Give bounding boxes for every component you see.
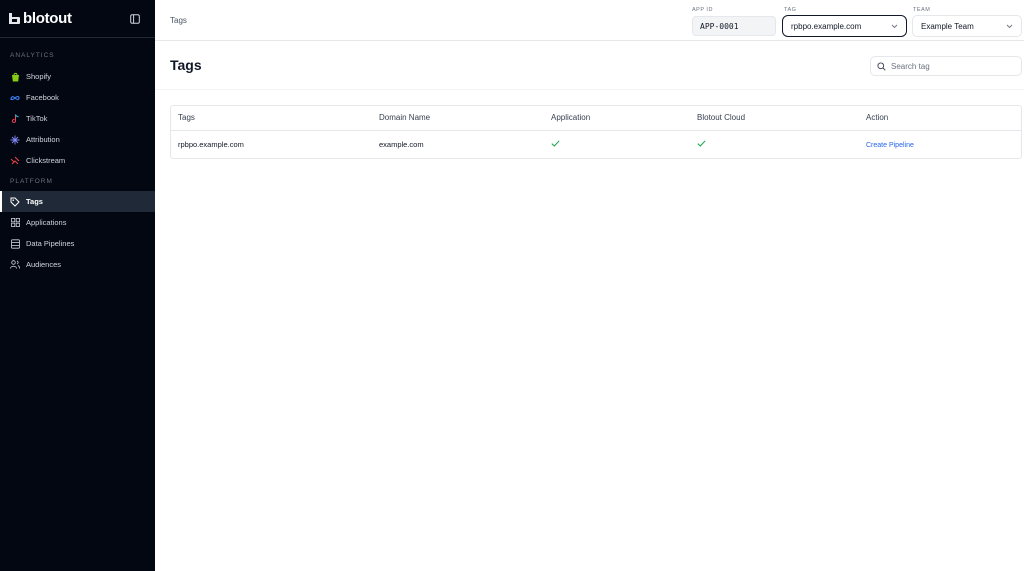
cell-cloud bbox=[690, 130, 859, 158]
app-id-label: APP ID bbox=[692, 7, 713, 13]
tags-table: Tags Domain Name Application Blotout Clo… bbox=[170, 105, 1022, 159]
database-icon bbox=[10, 238, 20, 249]
column-header-tags: Tags bbox=[171, 106, 372, 131]
create-pipeline-link[interactable]: Create Pipeline bbox=[866, 142, 914, 149]
sidebar-item-tiktok[interactable]: TikTok bbox=[0, 108, 155, 129]
tiktok-icon bbox=[10, 113, 20, 124]
sidebar-item-label: Data Pipelines bbox=[26, 239, 75, 248]
sidebar-item-clickstream[interactable]: Clickstream bbox=[0, 150, 155, 171]
sidebar-item-label: Facebook bbox=[26, 93, 59, 102]
cell-domain: example.com bbox=[379, 139, 424, 149]
team-select-label: TEAM bbox=[913, 7, 931, 13]
app-id-field[interactable]: APP-0001 bbox=[692, 16, 776, 36]
sidebar-item-data-pipelines[interactable]: Data Pipelines bbox=[0, 233, 155, 254]
section-label-platform: PLATFORM bbox=[10, 178, 53, 185]
chevron-down-icon bbox=[891, 24, 898, 28]
shopify-icon bbox=[10, 72, 20, 82]
sidebar-item-facebook[interactable]: Facebook bbox=[0, 87, 155, 108]
column-header-domain: Domain Name bbox=[372, 106, 544, 131]
facebook-icon bbox=[10, 93, 20, 103]
sidebar-item-label: Tags bbox=[26, 197, 43, 206]
logo[interactable]: blotout bbox=[9, 10, 72, 27]
sidebar-toggle-icon bbox=[130, 13, 140, 24]
team-select-value: Example Team bbox=[921, 21, 974, 31]
search-icon bbox=[877, 61, 886, 71]
breadcrumb: Tags bbox=[170, 16, 187, 25]
top-bar: Tags APP ID APP-0001 TAG rpbpo.example.c… bbox=[155, 0, 1024, 41]
sidebar-toggle-button[interactable] bbox=[129, 13, 141, 25]
search-box[interactable] bbox=[870, 56, 1022, 76]
main-content: Tags APP ID APP-0001 TAG rpbpo.example.c… bbox=[155, 0, 1024, 571]
table-row: rpbpo.example.com example.com Create Pip… bbox=[171, 130, 1021, 158]
table-header-row: Tags Domain Name Application Blotout Clo… bbox=[171, 106, 1021, 131]
sidebar: blotout ANALYTICS Shopify Facebook TikTo… bbox=[0, 0, 155, 571]
sidebar-item-shopify[interactable]: Shopify bbox=[0, 66, 155, 87]
tag-select[interactable]: rpbpo.example.com bbox=[782, 15, 907, 37]
cell-action: Create Pipeline bbox=[859, 130, 1021, 158]
column-header-application: Application bbox=[544, 106, 690, 131]
check-icon bbox=[551, 140, 560, 147]
check-icon bbox=[697, 140, 706, 147]
sidebar-item-applications[interactable]: Applications bbox=[0, 212, 155, 233]
brand-header: blotout bbox=[0, 0, 155, 38]
tag-select-value: rpbpo.example.com bbox=[791, 21, 862, 31]
users-icon bbox=[10, 260, 20, 270]
clickstream-icon bbox=[10, 156, 20, 166]
chevron-down-icon bbox=[1006, 24, 1013, 28]
sidebar-item-label: Audiences bbox=[26, 260, 62, 269]
sidebar-item-attribution[interactable]: Attribution bbox=[0, 129, 155, 150]
attribution-icon bbox=[10, 135, 20, 145]
page-title: Tags bbox=[170, 57, 202, 73]
sidebar-item-audiences[interactable]: Audiences bbox=[0, 254, 155, 275]
column-header-cloud: Blotout Cloud bbox=[690, 106, 859, 131]
brand-name: blotout bbox=[23, 10, 72, 27]
sidebar-item-label: Applications bbox=[26, 218, 67, 227]
tag-icon bbox=[10, 197, 20, 207]
logo-mark-icon bbox=[9, 13, 20, 24]
sidebar-item-label: Clickstream bbox=[26, 156, 66, 165]
page-header: Tags bbox=[155, 41, 1024, 90]
team-select[interactable]: Example Team bbox=[912, 15, 1022, 37]
sidebar-item-label: Attribution bbox=[26, 135, 60, 144]
cell-tag: rpbpo.example.com bbox=[178, 139, 244, 149]
sidebar-item-tags[interactable]: Tags bbox=[0, 191, 155, 212]
grid-icon bbox=[10, 218, 20, 228]
tag-select-label: TAG bbox=[784, 7, 797, 13]
sidebar-item-label: TikTok bbox=[26, 114, 48, 123]
section-label-analytics: ANALYTICS bbox=[10, 52, 55, 59]
search-input[interactable] bbox=[891, 61, 1011, 71]
column-header-action: Action bbox=[859, 106, 1021, 131]
sidebar-item-label: Shopify bbox=[26, 72, 52, 81]
cell-application bbox=[544, 130, 690, 158]
